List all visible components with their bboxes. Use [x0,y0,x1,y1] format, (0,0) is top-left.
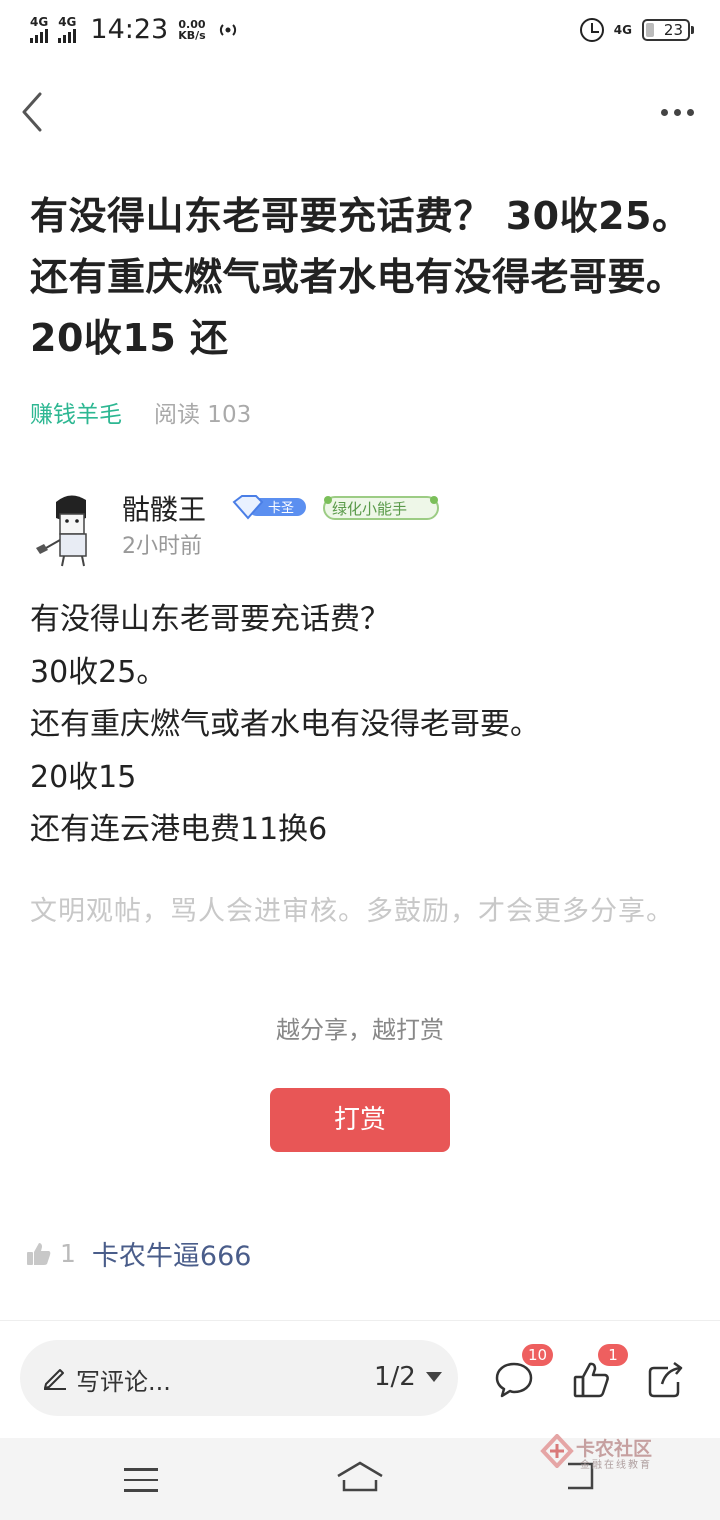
home-icon[interactable] [336,1460,384,1494]
comment-placeholder: 写评论... [76,1368,171,1396]
watermark-logo [540,1434,574,1468]
like-count-badge: 1 [598,1344,628,1366]
post-line: 还有重庆燃气或者水电有没得老哥要。 [30,707,540,742]
clock: 14:23 [90,14,169,45]
like-icon[interactable] [572,1360,612,1400]
diamond-badge-label: 卡圣 [268,501,294,516]
thumbs-up-icon [27,1242,51,1265]
watermark-tagline: 金融在线教育 [580,1460,652,1471]
comment-input[interactable]: 写评论... 1/2 [20,1340,458,1416]
post-title: 有没得山东老哥要充话费？ 30收25。 还有重庆燃气或者水电有没得老哥要。 20… [30,194,691,360]
green-badge: 绿化小能手 [322,494,440,522]
menu-icon[interactable] [124,1468,158,1492]
pen-icon [44,1369,66,1390]
signal-1-icon: 4G [30,16,48,43]
diamond-badge-icon: 卡圣 [232,495,306,520]
reward-prompt: 越分享，越打赏 [276,1016,444,1044]
post-line: 20收15 [30,759,137,795]
status-bar: 4G 4G 14:23 0.00 KB/s 4G 23 [0,0,720,66]
network-type-2: 4G [58,15,77,29]
alarm-icon [579,18,604,42]
avatar[interactable] [30,488,110,568]
back-icon[interactable] [18,90,58,134]
chevron-down-icon[interactable] [426,1372,442,1382]
post-time: 2小时前 [122,534,202,559]
watermark: 卡农社区 金融在线教育 [540,1432,670,1472]
hotspot-icon [219,23,236,36]
network-type-1: 4G [30,15,49,29]
page-indicator[interactable]: 1/2 [374,1362,416,1392]
likes-row: 1 卡农牛逼666 [26,1234,251,1273]
civility-notice: 文明观帖，骂人会进审核。多鼓励，才会更多分享。 [30,896,674,927]
speed-value: 0.00 [178,17,206,31]
post-body: 有没得山东老哥要充话费？ 30收25。 还有重庆燃气或者水电有没得老哥要。 20… [30,594,690,857]
comment-count-badge: 10 [522,1344,554,1366]
liker-name[interactable]: 卡农牛逼666 [92,1234,252,1273]
green-badge-label: 绿化小能手 [332,500,408,518]
comment-icon[interactable] [494,1360,534,1400]
signal-2-icon: 4G [58,16,76,43]
more-options-icon[interactable] [654,100,694,124]
post-category[interactable]: 赚钱羊毛 [30,395,122,429]
post-meta: 赚钱羊毛 阅读 103 [30,395,251,429]
network-type-right: 4G [613,22,632,37]
post-line: 30收25。 [30,654,167,690]
read-count: 阅读 103 [154,402,252,428]
speed-unit: KB/s [178,28,206,42]
like-count: 1 [60,1239,76,1268]
reward-button[interactable]: 打赏 [270,1088,450,1152]
battery-level: 23 [663,21,683,39]
share-icon[interactable] [646,1360,686,1400]
network-speed: 0.00 KB/s [178,19,205,41]
post-line: 有没得山东老哥要充话费？ [30,602,390,637]
post-line: 还有连云港电费11换6 [30,812,328,847]
author-name[interactable]: 骷髅王 [122,488,206,528]
divider [0,1320,720,1321]
battery-icon: 23 [642,19,694,41]
